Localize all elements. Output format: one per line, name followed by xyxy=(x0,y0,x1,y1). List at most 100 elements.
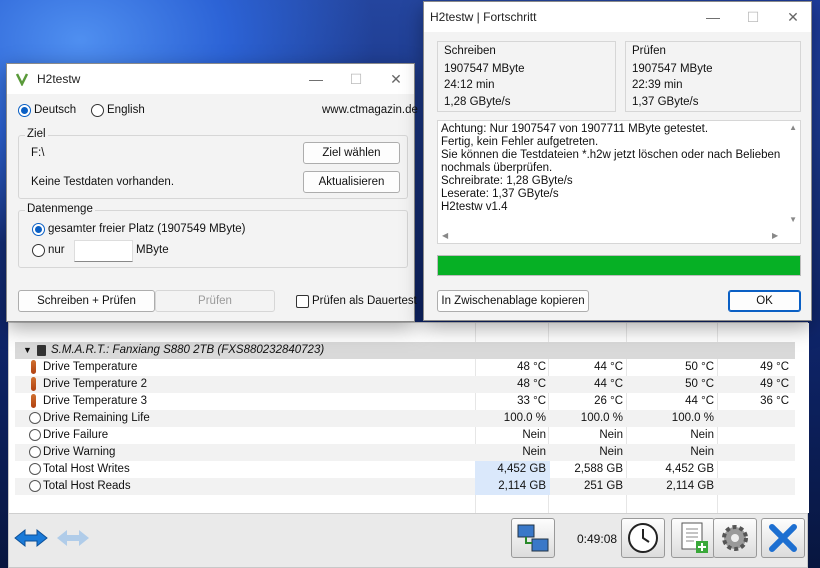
log-line: Achtung: Nur 1907547 von 1907711 MByte g… xyxy=(441,123,709,135)
sensor-value-c3: 50 °C xyxy=(685,361,714,373)
settings-button[interactable] xyxy=(713,518,757,558)
sensor-row[interactable]: Total Host Writes 4,452 GB 2,588 GB 4,452 G… xyxy=(15,461,795,478)
sensor-value-c1: Nein xyxy=(522,429,546,441)
all-space-label: gesamter freier Platz (1907549 MByte) xyxy=(48,223,246,235)
sensor-value-c1: 33 °C xyxy=(517,395,546,407)
lang-en-label: English xyxy=(107,104,145,116)
maximize-button[interactable]: ☐ xyxy=(336,64,376,94)
sensor-value-c1: 4,452 GB xyxy=(475,461,550,478)
ctmagazin-link[interactable]: www.ctmagazin.de xyxy=(322,104,418,116)
gauge-icon xyxy=(29,429,41,441)
sensor-value-c2: 100.0 % xyxy=(580,412,623,424)
clock-button[interactable] xyxy=(621,518,665,558)
progress-close-button[interactable]: ✕ xyxy=(773,2,813,32)
progress-window: H2testw | Fortschritt — ☐ ✕ Schreiben 19… xyxy=(423,1,812,321)
pruefen-button[interactable]: Prüfen xyxy=(155,290,275,312)
network-computers-icon xyxy=(517,524,549,552)
close-button[interactable] xyxy=(761,518,805,558)
write-rate: 1,28 GByte/s xyxy=(444,96,511,108)
collapse-chevron-icon[interactable]: ▼ xyxy=(23,342,32,359)
write-time: 24:12 min xyxy=(444,79,495,91)
aktualisieren-button[interactable]: Aktualisieren xyxy=(303,171,400,193)
nav-arrows-left-button[interactable] xyxy=(13,520,49,556)
smart-group-title: S.M.A.R.T.: Fanxiang S880 2TB (FXS880232… xyxy=(51,344,325,356)
scroll-right-icon[interactable]: ▶ xyxy=(772,231,778,240)
progress-bar xyxy=(437,255,801,276)
progress-titlebar[interactable]: H2testw | Fortschritt — ☐ ✕ xyxy=(424,2,811,32)
sensor-value-c3: Nein xyxy=(690,429,714,441)
sensor-label: Drive Temperature 2 xyxy=(43,378,147,390)
only-radio[interactable] xyxy=(32,244,45,257)
nav-arrows-right-button[interactable] xyxy=(55,520,91,556)
all-space-radio[interactable] xyxy=(32,223,45,236)
sensor-value-c2: 26 °C xyxy=(594,395,623,407)
lang-en-radio[interactable] xyxy=(91,104,104,117)
mbyte-unit: MByte xyxy=(136,244,169,256)
sensor-row[interactable]: Total Host Reads 2,114 GB 251 GB 2,114 GB xyxy=(15,478,795,495)
sensor-row[interactable]: Drive Remaining Life 100.0 % 100.0 % 100.0 … xyxy=(15,410,795,427)
progress-bar-fill xyxy=(438,256,800,275)
report-add-icon xyxy=(681,522,708,553)
progress-minimize-button[interactable]: — xyxy=(693,2,733,32)
sensor-value-c1: 48 °C xyxy=(517,378,546,390)
sensor-value-c4: 36 °C xyxy=(760,395,789,407)
minimize-button[interactable]: — xyxy=(296,64,336,94)
datenmenge-group-label: Datenmenge xyxy=(25,203,95,215)
lang-de-label: Deutsch xyxy=(34,104,77,116)
sensor-value-c2: Nein xyxy=(599,429,623,441)
h2testw-titlebar[interactable]: H2testw — ☐ ✕ xyxy=(7,64,414,94)
sensor-value-c3: 100.0 % xyxy=(671,412,714,424)
report-button[interactable] xyxy=(671,518,715,558)
sensor-row[interactable]: Drive Warning Nein Nein Nein xyxy=(15,444,795,461)
smart-group-header[interactable]: ▼ S.M.A.R.T.: Fanxiang S880 2TB (FXS8802… xyxy=(15,342,795,359)
elapsed-timer: 0:49:08 xyxy=(577,532,618,546)
sensor-value-c2: 44 °C xyxy=(594,378,623,390)
sensor-value-c3: 2,114 GB xyxy=(666,480,714,492)
sensor-value-c4: 49 °C xyxy=(760,378,789,390)
drive-chip-icon xyxy=(37,345,46,356)
window-close-button[interactable]: ✕ xyxy=(376,64,416,94)
ziel-path: F:\ xyxy=(31,147,45,159)
sensor-row[interactable]: Drive Temperature 3 33 °C 26 °C 44 °C 36 °C xyxy=(15,393,795,410)
progress-maximize-button[interactable]: ☐ xyxy=(733,2,773,32)
datenmenge-group: Datenmenge gesamter freier Platz (190754… xyxy=(18,203,408,268)
sensor-label: Total Host Reads xyxy=(43,480,131,492)
lang-de-radio[interactable] xyxy=(18,104,31,117)
sensor-value-c3: 44 °C xyxy=(685,395,714,407)
gear-icon xyxy=(722,525,748,551)
ok-button[interactable]: OK xyxy=(728,290,801,312)
sensor-value-c2: 251 GB xyxy=(584,480,623,492)
scroll-left-icon[interactable]: ◀ xyxy=(442,231,448,240)
sensor-row[interactable]: Drive Failure Nein Nein Nein xyxy=(15,427,795,444)
result-log[interactable]: Achtung: Nur 1907547 von 1907711 MByte g… xyxy=(437,120,801,244)
scroll-up-icon[interactable]: ▲ xyxy=(789,123,797,132)
close-x-icon xyxy=(769,524,797,552)
gauge-icon xyxy=(29,480,41,492)
log-line: Fertig, kein Fehler aufgetreten. xyxy=(441,136,599,148)
schreiben-pruefen-button[interactable]: Schreiben + Prüfen xyxy=(18,290,155,312)
copy-clipboard-button[interactable]: In Zwischenablage kopieren xyxy=(437,290,589,312)
mbyte-input[interactable] xyxy=(74,240,133,262)
ziel-waehlen-button[interactable]: Ziel wählen xyxy=(303,142,400,164)
h2testw-logo-icon xyxy=(15,73,29,86)
status-text: Keine Testdaten vorhanden. xyxy=(31,176,175,188)
verify-rate: 1,37 GByte/s xyxy=(632,96,699,108)
sensor-row[interactable]: Drive Temperature 48 °C 44 °C 50 °C 49 °C xyxy=(15,359,795,376)
sensor-row[interactable]: Drive Temperature 2 48 °C 44 °C 50 °C 49 °C xyxy=(15,376,795,393)
thermometer-icon xyxy=(31,377,36,391)
dauertest-checkbox[interactable] xyxy=(296,295,309,308)
ziel-group: Ziel F:\ Ziel wählen Keine Testdaten vor… xyxy=(18,128,408,199)
sensor-window: ▼ S.M.A.R.T.: Fanxiang S880 2TB (FXS8802… xyxy=(8,322,809,568)
thermometer-icon xyxy=(31,394,36,408)
log-line: nochmals überprüfen. xyxy=(441,162,553,174)
log-line: Leserate: 1,37 GByte/s xyxy=(441,188,559,200)
sensor-value-c4: 49 °C xyxy=(760,361,789,373)
log-line: Schreibrate: 1,28 GByte/s xyxy=(441,175,573,187)
sensor-table: ▼ S.M.A.R.T.: Fanxiang S880 2TB (FXS8802… xyxy=(9,323,809,513)
double-arrow-icon xyxy=(57,530,89,546)
verify-time: 22:39 min xyxy=(632,79,683,91)
gauge-icon xyxy=(29,446,41,458)
sensor-value-c3: Nein xyxy=(690,446,714,458)
network-button[interactable] xyxy=(511,518,555,558)
scroll-down-icon[interactable]: ▼ xyxy=(789,215,797,224)
